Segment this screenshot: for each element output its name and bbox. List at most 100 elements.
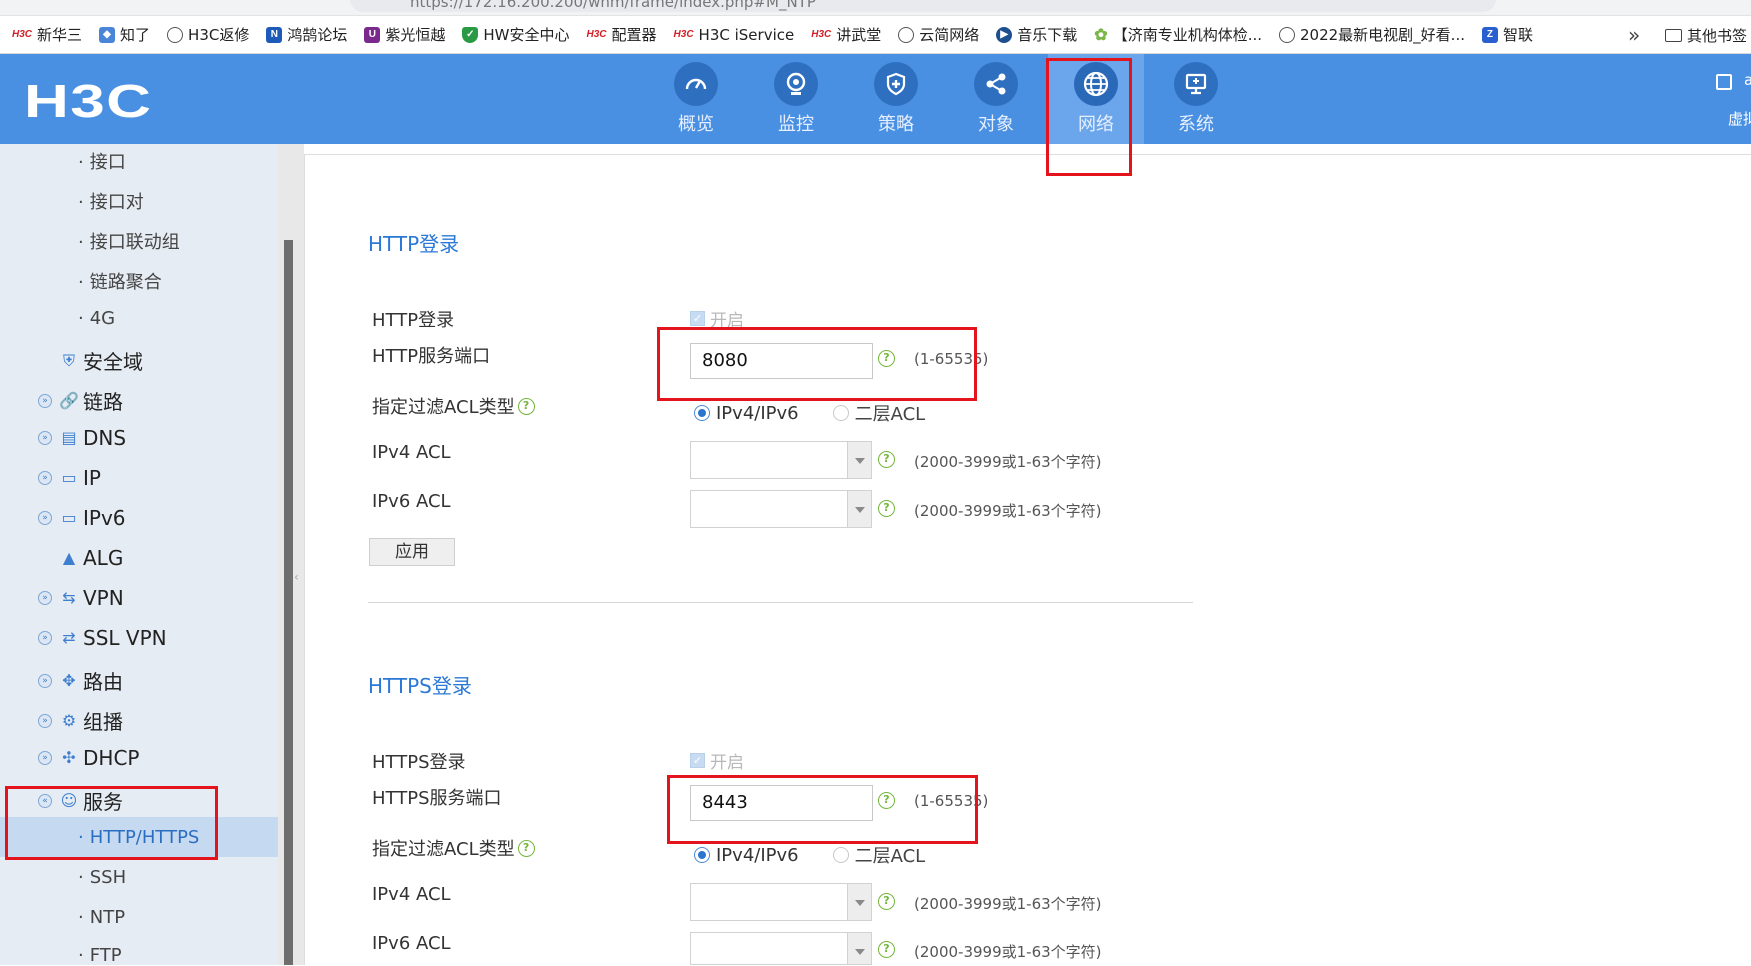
collapse-arrow-icon[interactable]: ‹ (294, 570, 299, 584)
other-bookmarks[interactable]: 其他书签 (1665, 25, 1747, 46)
bookmark-zhilian[interactable]: Z 智联 (1481, 24, 1533, 45)
sidebar-item-ntp[interactable]: · NTP (78, 907, 125, 928)
bookmark-xinhuasan[interactable]: H3C 新华三 (12, 24, 82, 45)
https-port-label: HTTPS服务端口 (372, 788, 502, 809)
camera-icon (774, 62, 818, 106)
alg-icon: ▲ (62, 548, 76, 567)
sidebar-item-dns[interactable]: » ▤ DNS (38, 426, 126, 450)
sidebar-item-ipv6[interactable]: » ▭ IPv6 (38, 506, 126, 530)
address-url[interactable]: https://172.16.200.200/wnm/frame/index.p… (410, 0, 816, 11)
sidebar-item-link[interactable]: » 🔗 链路 (38, 386, 123, 415)
bookmarks-overflow-icon[interactable]: » (1628, 23, 1640, 47)
nav-system[interactable]: 系统 (1148, 54, 1244, 144)
bookmark-h3c-fanxiu[interactable]: H3C返修 (167, 24, 249, 45)
bookmark-iservice[interactable]: H3C H3C iService (674, 26, 795, 44)
http-acl-layer2-radio[interactable] (832, 405, 849, 421)
nav-overview[interactable]: 概览 (648, 54, 744, 144)
http-ipv4-acl-select[interactable] (690, 441, 872, 479)
https-acl-layer2-option[interactable]: 二层ACL (832, 842, 925, 868)
expand-icon[interactable]: » (38, 431, 52, 445)
zhilian-icon: Z (1481, 26, 1498, 43)
sidebar-item-interface-linkage[interactable]: · 接口联动组 (78, 228, 180, 254)
https-acl-type-radio-group: IPv4/IPv6 二层ACL (694, 842, 925, 868)
bookmark-zhiliao[interactable]: ◆ 知了 (99, 24, 150, 45)
http-acl-layer2-option[interactable]: 二层ACL (832, 400, 925, 426)
help-icon[interactable]: ? (878, 500, 895, 517)
sidebar-item-ftp[interactable]: · FTP (78, 945, 122, 966)
vpn-icon: ⇆ (62, 588, 76, 607)
sidebar-item-interface[interactable]: · 接口 (78, 148, 126, 174)
sidebar-item-4g[interactable]: · 4G (78, 308, 115, 329)
https-acl-layer2-radio[interactable] (832, 847, 849, 863)
annotation-box-http-port (657, 327, 977, 401)
bookmark-honghu[interactable]: N 鸿鹄论坛 (266, 24, 347, 45)
bookmark-tv[interactable]: 2022最新电视剧_好看... (1279, 24, 1465, 45)
sslvpn-icon: ⇄ (62, 628, 76, 647)
sidebar-item-ssh[interactable]: · SSH (78, 867, 126, 888)
ipv6-icon: ▭ (61, 508, 77, 527)
bookmarks-bar: H3C 新华三 ◆ 知了 H3C返修 N 鸿鹄论坛 U 紫光恒越 ✓ HW安全中心 H3C… (0, 16, 1751, 54)
security-zone-icon: ⛨ (62, 350, 75, 370)
sidebar-item-route[interactable]: » ✥ 路由 (38, 666, 123, 695)
bookmark-unis[interactable]: U 紫光恒越 (364, 24, 445, 45)
sidebar-item-ssl-vpn[interactable]: » ⇄ SSL VPN (38, 626, 167, 650)
honghu-icon: N (266, 26, 283, 43)
dhcp-icon: ✣ (62, 748, 76, 767)
expand-icon[interactable]: » (38, 471, 52, 485)
sidebar-item-vpn[interactable]: » ⇆ VPN (38, 586, 124, 610)
sidebar-item-security-zone[interactable]: ⛨ 安全域 (38, 346, 143, 375)
expand-icon[interactable]: » (38, 393, 52, 408)
save-icon[interactable] (1716, 74, 1732, 90)
bookmark-jiangwutang[interactable]: H3C 讲武堂 (811, 24, 881, 45)
expand-icon[interactable]: » (38, 511, 52, 525)
shield-icon: ✓ (462, 26, 479, 43)
zhiliao-icon: ◆ (99, 26, 116, 43)
sidebar-scrollbar[interactable] (284, 240, 293, 965)
sidebar-item-interface-pair[interactable]: · 接口对 (78, 188, 144, 214)
http-ipv6-acl-select[interactable] (690, 490, 872, 528)
sidebar-item-link-aggregation[interactable]: · 链路聚合 (78, 268, 162, 294)
https-ipv4-acl-select[interactable] (690, 883, 872, 921)
chevron-down-icon[interactable] (847, 491, 871, 527)
help-icon[interactable]: ? (517, 397, 535, 415)
chevron-down-icon[interactable] (847, 884, 871, 920)
nav-monitor[interactable]: 监控 (748, 54, 844, 144)
apply-button[interactable]: 应用 (369, 538, 455, 566)
nav-policy[interactable]: 策略 (848, 54, 944, 144)
expand-icon[interactable]: » (38, 673, 52, 688)
h3c-logo-icon: H3C (12, 29, 33, 40)
https-enable-checkbox[interactable]: ✓ 开启 (690, 748, 744, 773)
bookmark-configurator[interactable]: H3C 配置器 (587, 24, 657, 45)
browser-tabstrip: https://172.16.200.200/wnm/frame/index.p… (0, 0, 1751, 16)
nav-object[interactable]: 对象 (948, 54, 1044, 144)
globe-icon (167, 26, 184, 43)
bookmark-yunjian[interactable]: 云简网络 (898, 24, 979, 45)
user-label[interactable]: a (1744, 71, 1751, 89)
http-acl-ipv4ipv6-radio[interactable] (694, 405, 710, 421)
expand-icon[interactable]: » (38, 591, 52, 605)
sidebar-item-dhcp[interactable]: » ✣ DHCP (38, 746, 139, 770)
expand-icon[interactable]: » (38, 751, 52, 765)
bookmark-hw-security[interactable]: ✓ HW安全中心 (462, 24, 570, 45)
https-acl-ipv4ipv6-radio[interactable] (694, 847, 710, 863)
https-ipv6-acl-select[interactable] (690, 932, 872, 965)
virtual-label[interactable]: 虚拟 (1728, 108, 1751, 129)
help-icon[interactable]: ? (878, 451, 895, 468)
http-ipv4-acl-hint: (2000-3999或1-63个字符) (914, 453, 1102, 471)
globe-icon (1279, 26, 1295, 43)
chevron-down-icon[interactable] (847, 933, 871, 964)
sidebar-item-multicast[interactable]: » ⚙ 组播 (38, 706, 123, 735)
bookmark-music[interactable]: ▶ 音乐下载 (996, 24, 1077, 45)
help-icon[interactable]: ? (878, 941, 895, 958)
annotation-box-service (5, 786, 218, 860)
sidebar-item-alg[interactable]: ▲ ALG (38, 546, 123, 570)
bookmark-jinan[interactable]: ✿ 【济南专业机构体检... (1094, 24, 1262, 45)
sidebar-item-ip[interactable]: » ▭ IP (38, 466, 101, 490)
expand-icon[interactable]: » (38, 631, 52, 645)
help-icon[interactable]: ? (878, 893, 895, 910)
ip-icon: ▭ (61, 468, 77, 487)
chevron-down-icon[interactable] (847, 442, 871, 478)
expand-icon[interactable]: » (38, 713, 52, 728)
help-icon[interactable]: ? (517, 839, 535, 857)
gear-icon: ✿ (1094, 26, 1108, 44)
